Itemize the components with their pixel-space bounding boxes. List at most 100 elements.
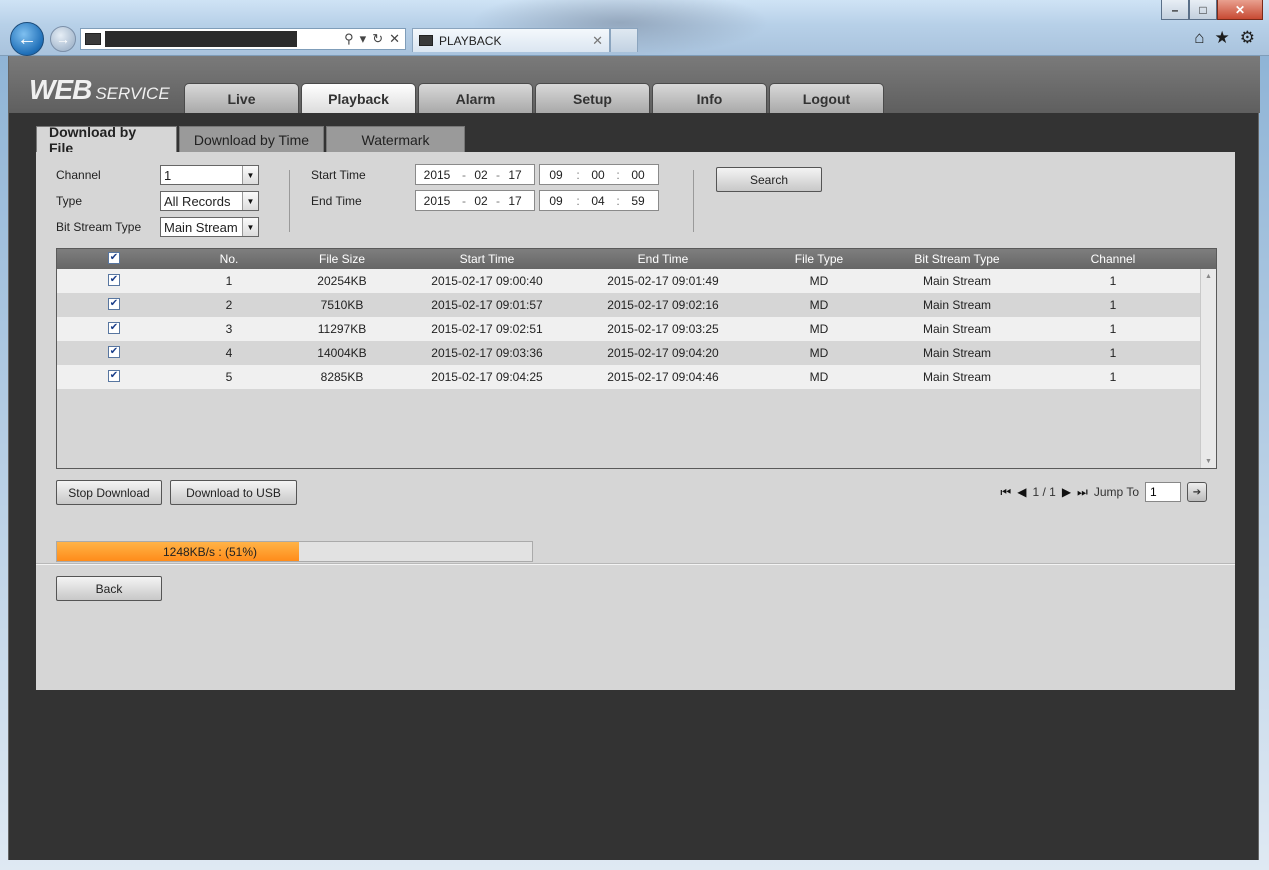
start-time-label: Start Time [311,168,366,182]
table-row[interactable]: ✔ 1 20254KB 2015-02-17 09:00:40 2015-02-17 0… [57,269,1216,293]
new-tab-button[interactable] [610,28,638,52]
row-checkbox[interactable]: ✔ [108,370,120,382]
cell-end: 2015-02-17 09:04:20 [607,346,719,360]
table-row[interactable]: ✔ 2 7510KB 2015-02-17 09:01:57 2015-02-17 09… [57,293,1216,317]
channel-value: 1 [164,167,172,183]
stop-icon[interactable]: ✕ [389,31,400,47]
start-year[interactable]: 2015 [416,168,458,182]
end-time-field[interactable]: 09 : 04 : 59 [539,190,659,211]
minimize-button[interactable]: – [1161,0,1189,20]
sub-nav: Download by File Download by Time Watermar… [36,124,465,156]
end-day[interactable]: 17 [504,194,526,208]
page-indicator: 1 / 1 [1032,485,1056,499]
main-nav: Live Playback Alarm Setup Info Logout [184,83,884,113]
refresh-icon[interactable]: ↻ [372,31,383,47]
cell-no: 2 [225,298,233,312]
cell-bst: Main Stream [922,274,992,288]
end-year[interactable]: 2015 [416,194,458,208]
end-minute[interactable]: 04 [584,194,612,208]
close-window-button[interactable]: ✕ [1217,0,1263,20]
subtab-watermark[interactable]: Watermark [326,126,465,152]
start-hour[interactable]: 09 [540,168,572,182]
gear-icon[interactable]: ⚙ [1240,28,1255,48]
scroll-down-icon[interactable]: ▼ [1201,454,1216,468]
dropdown-icon[interactable]: ▾ [360,31,367,47]
forward-arrow-icon[interactable]: → [50,26,76,52]
start-day[interactable]: 17 [504,168,526,182]
cell-start: 2015-02-17 09:02:51 [431,322,543,336]
table-body: ✔ 1 20254KB 2015-02-17 09:00:40 2015-02-17 0… [57,269,1216,389]
scroll-up-icon[interactable]: ▲ [1201,269,1216,283]
cell-bst: Main Stream [922,346,992,360]
tab-alarm[interactable]: Alarm [418,83,533,113]
table-scrollbar[interactable]: ▲ ▼ [1200,269,1216,468]
cell-ftype: MD [809,322,829,336]
chevron-down-icon[interactable]: ▼ [242,166,258,184]
download-to-usb-button[interactable]: Download to USB [170,480,297,505]
table-header: ✔ No. File Size Start Time End Time File… [57,249,1216,269]
start-minute[interactable]: 00 [584,168,612,182]
home-icon[interactable]: ⌂ [1194,28,1204,48]
tab-setup[interactable]: Setup [535,83,650,113]
cell-ftype: MD [809,370,829,384]
jump-to-input[interactable] [1145,482,1181,502]
logo-sub: SERVICE [95,84,170,103]
table-row[interactable]: ✔ 4 14004KB 2015-02-17 09:03:36 2015-02-17 0… [57,341,1216,365]
chevron-down-icon[interactable]: ▼ [242,192,258,210]
go-arrow-icon[interactable]: ➔ [1187,482,1207,502]
start-month[interactable]: 02 [470,168,492,182]
row-checkbox[interactable]: ✔ [108,274,120,286]
search-icon[interactable]: ⚲ [344,31,354,47]
end-second[interactable]: 59 [624,194,652,208]
cell-end: 2015-02-17 09:03:25 [607,322,719,336]
next-page-icon[interactable]: ▶ [1062,485,1071,499]
subtab-download-by-time[interactable]: Download by Time [179,126,324,152]
table-row[interactable]: ✔ 5 8285KB 2015-02-17 09:04:25 2015-02-17 09… [57,365,1216,389]
jump-to-label: Jump To [1093,485,1139,499]
bitstream-value: Main Stream [164,219,238,235]
channel-label: Channel [56,168,101,182]
browser-tab[interactable]: PLAYBACK ✕ [412,28,610,52]
tab-live[interactable]: Live [184,83,299,113]
search-button[interactable]: Search [716,167,822,192]
start-second[interactable]: 00 [624,168,652,182]
header-file-size: File Size [318,252,365,266]
cell-bst: Main Stream [922,298,992,312]
channel-select[interactable]: 1 ▼ [160,165,259,185]
back-arrow-icon[interactable]: ← [10,22,44,56]
header-file-type: File Type [794,252,844,266]
type-select[interactable]: All Records ▼ [160,191,259,211]
tab-logout[interactable]: Logout [769,83,884,113]
end-date-field[interactable]: 2015 - 02 - 17 [415,190,535,211]
star-icon[interactable]: ★ [1215,28,1230,48]
start-time-field[interactable]: 09 : 00 : 00 [539,164,659,185]
cell-ftype: MD [809,298,829,312]
chevron-down-icon[interactable]: ▼ [242,218,258,236]
cell-end: 2015-02-17 09:02:16 [607,298,719,312]
select-all-checkbox[interactable]: ✔ [108,252,120,264]
address-bar[interactable]: ⚲ ▾ ↻ ✕ [80,28,406,50]
back-button[interactable]: Back [56,576,162,601]
tab-info[interactable]: Info [652,83,767,113]
last-page-icon[interactable]: ⏭ [1077,485,1088,500]
subtab-download-by-file[interactable]: Download by File [36,124,177,156]
start-date-field[interactable]: 2015 - 02 - 17 [415,164,535,185]
row-checkbox[interactable]: ✔ [108,322,120,334]
window-controls: – □ ✕ [1161,0,1263,20]
prev-page-icon[interactable]: ◀ [1017,485,1026,499]
table-row[interactable]: ✔ 3 11297KB 2015-02-17 09:02:51 2015-02-17 0… [57,317,1216,341]
tab-playback[interactable]: Playback [301,83,416,113]
maximize-button[interactable]: □ [1189,0,1217,20]
row-checkbox[interactable]: ✔ [108,346,120,358]
close-tab-icon[interactable]: ✕ [592,33,603,49]
bitstream-select[interactable]: Main Stream ▼ [160,217,259,237]
stop-download-button[interactable]: Stop Download [56,480,162,505]
first-page-icon[interactable]: ⏮ [1000,485,1011,500]
download-by-file-panel: Channel 1 ▼ Type All Records ▼ Bit Strea… [36,152,1235,690]
header-end-time: End Time [637,252,689,266]
cell-ftype: MD [809,274,829,288]
end-month[interactable]: 02 [470,194,492,208]
divider [36,563,1235,565]
end-hour[interactable]: 09 [540,194,572,208]
row-checkbox[interactable]: ✔ [108,298,120,310]
